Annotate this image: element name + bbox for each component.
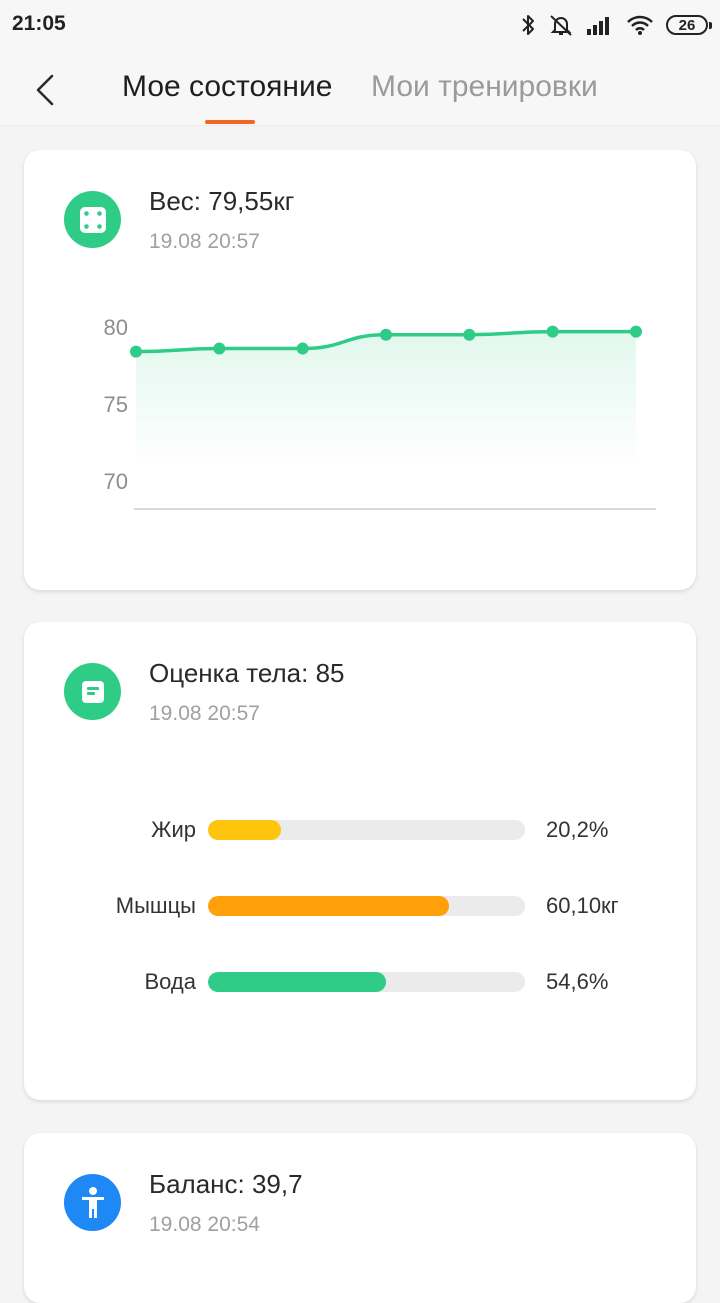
status-icons: 26 — [520, 10, 712, 40]
metric-bar-fill — [208, 972, 386, 992]
tab-my-workouts[interactable]: Мои тренировки — [371, 70, 598, 104]
metric-bar-track — [208, 972, 525, 992]
top-navigation: Мое состояние Мои тренировки — [0, 50, 720, 126]
y-tick-label: 70 — [104, 469, 128, 494]
back-button[interactable] — [28, 70, 64, 110]
metric-value: 60,10кг — [546, 893, 619, 918]
metric-water: Вода 54,6% — [24, 961, 696, 1001]
body-score-date: 19.08 20:57 — [149, 702, 260, 725]
metric-label: Жир — [151, 817, 196, 842]
chart-area-fill — [136, 331, 636, 466]
signal-icon — [587, 17, 609, 35]
bluetooth-icon — [522, 15, 534, 35]
metric-label: Вода — [144, 969, 197, 994]
chart-data-point[interactable] — [546, 325, 559, 338]
metric-muscle: Мышцы 60,10кг — [24, 885, 696, 925]
weight-line-chart: 80 75 70 — [104, 315, 656, 510]
wifi-icon — [627, 15, 653, 35]
metric-value: 20,2% — [546, 817, 609, 842]
metric-fat: Жир 20,2% — [24, 809, 696, 849]
chevron-left-icon — [36, 74, 54, 106]
chart-data-point[interactable] — [296, 342, 309, 355]
balance-title: Баланс: 39,7 — [149, 1169, 303, 1199]
chart-data-point[interactable] — [130, 345, 142, 358]
chart-data-point[interactable] — [463, 328, 476, 341]
status-bar: 21:05 26 — [0, 0, 720, 50]
metric-value: 54,6% — [546, 969, 609, 994]
chart-data-point[interactable] — [380, 328, 392, 341]
y-tick-label: 80 — [104, 315, 128, 340]
active-tab-indicator — [205, 120, 255, 124]
body-score-title: Оценка тела: 85 — [149, 658, 345, 688]
status-time: 21:05 — [12, 12, 66, 35]
metric-bar-track — [208, 820, 525, 840]
alarm-off-icon — [550, 15, 572, 36]
balance-date: 19.08 20:54 — [149, 1213, 260, 1236]
chart-data-point[interactable] — [213, 342, 226, 355]
y-tick-label: 75 — [104, 392, 128, 417]
balance-card[interactable]: Баланс: 39,7 19.08 20:54 — [24, 1133, 696, 1303]
metric-label: Мышцы — [115, 893, 196, 918]
person-icon — [64, 1174, 121, 1231]
weight-card[interactable]: Вес: 79,55кг 19.08 20:57 80 75 70 — [24, 150, 696, 590]
chart-data-point[interactable] — [630, 325, 642, 338]
metric-bar-fill — [208, 820, 281, 840]
document-icon — [64, 663, 121, 720]
tab-my-state[interactable]: Мое состояние — [122, 70, 332, 104]
metric-bar-track — [208, 896, 525, 916]
battery-icon: 26 — [666, 15, 712, 35]
metric-bar-fill — [208, 896, 449, 916]
body-score-card[interactable]: Оценка тела: 85 19.08 20:57 Жир 20,2% Мы… — [24, 622, 696, 1100]
